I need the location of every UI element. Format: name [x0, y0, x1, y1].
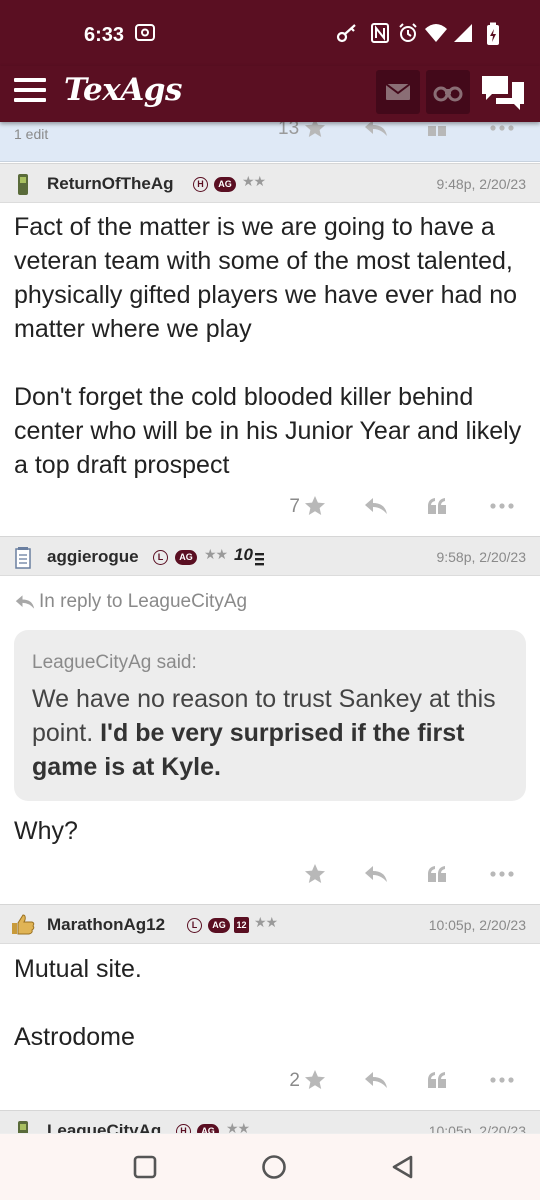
more-icon[interactable]	[488, 494, 516, 522]
quote-text: We have no reason to trust Sankey at thi…	[32, 682, 516, 784]
badge-l: L	[153, 550, 168, 565]
quote-icon[interactable]	[425, 1068, 449, 1096]
nfc-icon	[370, 22, 390, 48]
alarm-icon	[397, 22, 419, 48]
user-stars: ★★	[204, 547, 228, 563]
post-body: Why?	[14, 814, 526, 848]
quote-block: LeagueCityAg said: We have no reason to …	[14, 630, 526, 801]
star-count: 7	[289, 496, 300, 517]
post-paragraph: Don't forget the cold blooded killer beh…	[14, 383, 522, 479]
user-stars: ★★	[242, 174, 266, 190]
app-header: TexAgs	[0, 66, 540, 122]
recents-icon[interactable]	[133, 1154, 157, 1184]
post-header: ReturnOfTheAg H AG ★★ 9:48p, 2/20/23	[0, 163, 540, 203]
post-actions: 2	[0, 1062, 540, 1102]
battery-charging-icon	[486, 22, 500, 50]
binoculars-icon[interactable]	[426, 70, 470, 114]
badge-l: L	[187, 918, 202, 933]
texags-logo[interactable]: TexAgs	[64, 72, 182, 108]
post-actions	[0, 856, 540, 896]
post-actions: 7	[0, 488, 540, 528]
star-count: 2	[289, 1070, 300, 1091]
post-paragraph: Fact of the matter is we are going to ha…	[14, 213, 518, 343]
star-icon[interactable]	[303, 1068, 327, 1096]
menu-icon[interactable]	[14, 78, 48, 104]
phone-icon	[16, 173, 30, 201]
user-stars: ★★	[254, 915, 278, 931]
back-icon[interactable]	[391, 1154, 415, 1184]
thumbs-up-icon	[10, 912, 36, 940]
cast-icon	[134, 22, 156, 48]
post-timestamp[interactable]: 9:58p, 2/20/23	[436, 549, 526, 565]
reply-icon[interactable]	[363, 494, 389, 522]
more-icon[interactable]	[488, 862, 516, 890]
badge-ag: AG	[175, 550, 197, 565]
post-paragraph: Mutual site.	[14, 955, 142, 983]
reply-icon[interactable]	[363, 862, 389, 890]
badge-ag: AG	[208, 918, 230, 933]
reply-icon-small	[14, 592, 36, 616]
ten-year-badge: 10	[234, 545, 253, 564]
post-header: aggierogue L AG ★★ 10 9:58p, 2/20/23	[0, 536, 540, 576]
ten-year-lines-icon	[255, 551, 265, 570]
star-icon[interactable]	[303, 494, 327, 522]
status-bar: 6:33	[0, 0, 540, 66]
more-icon[interactable]	[488, 1068, 516, 1096]
username[interactable]: MarathonAg12	[47, 915, 165, 935]
previous-post-footer: 1 edit 13	[0, 118, 540, 162]
home-icon[interactable]	[261, 1154, 287, 1184]
username[interactable]: aggierogue	[47, 547, 139, 567]
post-paragraph: Why?	[14, 817, 78, 845]
badge-12: 12	[234, 917, 249, 933]
post-body: Fact of the matter is we are going to ha…	[14, 210, 526, 482]
username[interactable]: ReturnOfTheAg	[47, 174, 174, 194]
reply-to-link[interactable]: In reply to LeagueCityAg	[39, 591, 247, 613]
notepad-icon	[14, 546, 32, 574]
status-time: 6:33	[84, 24, 125, 46]
chat-icon[interactable]	[480, 70, 526, 114]
key-icon	[336, 22, 358, 48]
quote-icon[interactable]	[425, 862, 449, 890]
post-header: MarathonAg12 L AG 12 ★★ 10:05p, 2/20/23	[0, 904, 540, 944]
quote-icon[interactable]	[425, 494, 449, 522]
star-icon[interactable]	[303, 862, 327, 890]
badge-ag: AG	[214, 177, 236, 192]
post-timestamp[interactable]: 9:48p, 2/20/23	[436, 176, 526, 192]
signal-icon	[452, 22, 474, 48]
reply-icon[interactable]	[363, 1068, 389, 1096]
badge-h: H	[193, 177, 208, 192]
post-body: Mutual site. Astrodome	[14, 952, 526, 1054]
post-timestamp[interactable]: 10:05p, 2/20/23	[429, 917, 526, 933]
mail-icon[interactable]	[376, 70, 420, 114]
system-nav-bar	[0, 1133, 540, 1200]
quote-author[interactable]: LeagueCityAg said:	[32, 652, 197, 674]
wifi-icon	[424, 22, 448, 48]
post-paragraph: Astrodome	[14, 1023, 135, 1051]
